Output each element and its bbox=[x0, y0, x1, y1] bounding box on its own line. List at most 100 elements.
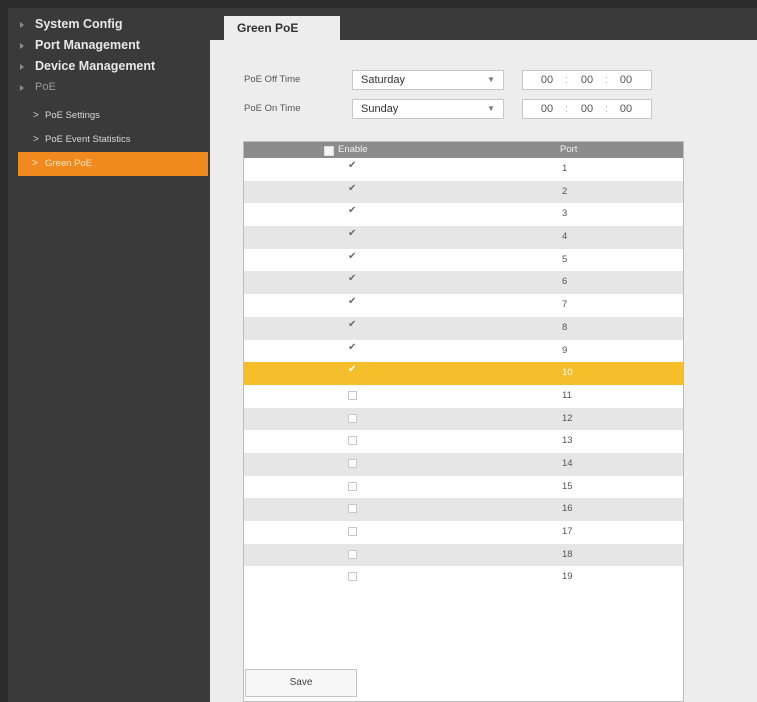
checkmark-icon[interactable] bbox=[348, 296, 357, 309]
table-row[interactable]: 13 bbox=[244, 430, 683, 453]
enable-checkbox[interactable] bbox=[348, 458, 357, 468]
checkmark-icon[interactable] bbox=[348, 183, 357, 196]
hour-field[interactable]: 00 bbox=[533, 71, 561, 89]
enable-checkbox[interactable] bbox=[348, 413, 357, 423]
nav-item-label: Device Management bbox=[35, 59, 156, 73]
port-table: Enable Port 1234567891011121314151617181… bbox=[243, 141, 684, 702]
select-value: Saturday bbox=[361, 74, 406, 86]
table-row[interactable]: 15 bbox=[244, 476, 683, 499]
enable-checkbox[interactable] bbox=[348, 390, 357, 400]
enable-checkbox[interactable] bbox=[348, 481, 357, 491]
nav-item-port-management[interactable]: Port Management bbox=[8, 35, 210, 56]
sub-item-label: PoE Event Statistics bbox=[45, 134, 131, 145]
chevron-down-icon: ▼ bbox=[487, 104, 495, 113]
nav-item-system-config[interactable]: System Config bbox=[8, 14, 210, 35]
poe-off-day-select[interactable]: Saturday ▼ bbox=[352, 70, 504, 90]
nav-item-poe[interactable]: PoE bbox=[8, 77, 210, 98]
tab-green-poe[interactable]: Green PoE bbox=[224, 16, 340, 42]
checkmark-icon[interactable] bbox=[348, 273, 357, 286]
time-separator: : bbox=[565, 74, 569, 86]
port-number: 13 bbox=[562, 435, 573, 447]
table-row[interactable]: 19 bbox=[244, 566, 683, 589]
chevron-right-icon: > bbox=[32, 158, 38, 169]
port-column-header: Port bbox=[560, 144, 578, 155]
checkmark-icon[interactable] bbox=[348, 228, 357, 241]
table-row[interactable]: 6 bbox=[244, 271, 683, 295]
main-content: PoE Off Time Saturday ▼ 00 : 00 : 00 PoE… bbox=[210, 40, 757, 702]
second-field[interactable]: 00 bbox=[612, 71, 640, 89]
poe-off-time-input: 00 : 00 : 00 bbox=[522, 70, 652, 90]
port-number: 18 bbox=[562, 548, 573, 560]
table-row[interactable]: 14 bbox=[244, 452, 683, 476]
port-number: 19 bbox=[562, 571, 573, 583]
table-body: 12345678910111213141516171819 bbox=[244, 158, 683, 589]
checkmark-icon[interactable] bbox=[348, 160, 357, 173]
select-all-checkbox[interactable] bbox=[324, 146, 334, 156]
table-header: Enable Port bbox=[244, 142, 683, 158]
checkmark-icon[interactable] bbox=[348, 251, 357, 264]
table-row[interactable]: 11 bbox=[244, 385, 683, 408]
triangle-right-icon bbox=[20, 43, 24, 49]
table-row[interactable]: 7 bbox=[244, 294, 683, 317]
nav-item-label: PoE bbox=[35, 81, 56, 93]
sub-item-label: Green PoE bbox=[45, 158, 92, 169]
poe-on-time-input: 00 : 00 : 00 bbox=[522, 99, 652, 119]
minute-field[interactable]: 00 bbox=[573, 71, 601, 89]
checkmark-icon[interactable] bbox=[348, 342, 357, 355]
port-number: 12 bbox=[562, 412, 573, 424]
nav-menu: System Config Port Management Device Man… bbox=[8, 8, 210, 98]
checkmark-icon[interactable] bbox=[348, 205, 357, 218]
port-number: 15 bbox=[562, 480, 573, 492]
table-row[interactable]: 4 bbox=[244, 226, 683, 249]
sidebar-item-poe-settings[interactable]: > PoE Settings bbox=[8, 104, 210, 128]
minute-field[interactable]: 00 bbox=[573, 100, 601, 118]
time-separator: : bbox=[605, 74, 609, 86]
port-number: 11 bbox=[562, 389, 572, 401]
enable-checkbox[interactable] bbox=[348, 504, 357, 514]
enable-checkbox[interactable] bbox=[348, 527, 357, 536]
port-number: 17 bbox=[562, 526, 573, 537]
port-number: 6 bbox=[562, 276, 568, 288]
table-row[interactable]: 3 bbox=[244, 203, 683, 226]
table-row[interactable]: 5 bbox=[244, 249, 683, 272]
time-separator: : bbox=[605, 103, 609, 115]
port-number: 2 bbox=[562, 185, 568, 197]
port-number: 4 bbox=[562, 231, 568, 243]
port-number: 9 bbox=[562, 344, 568, 356]
table-row[interactable]: 8 bbox=[244, 316, 683, 340]
chevron-right-icon: > bbox=[33, 110, 39, 121]
time-separator: : bbox=[565, 103, 569, 115]
port-number: 10 bbox=[562, 367, 573, 379]
checkmark-icon[interactable] bbox=[348, 319, 357, 332]
table-row[interactable]: 1 bbox=[244, 158, 683, 181]
poe-on-day-select[interactable]: Sunday ▼ bbox=[352, 99, 504, 119]
port-number: 5 bbox=[562, 253, 568, 265]
nav-item-device-management[interactable]: Device Management bbox=[8, 56, 210, 77]
second-field[interactable]: 00 bbox=[612, 100, 640, 118]
checkmark-icon[interactable] bbox=[348, 364, 357, 377]
enable-column-header: Enable bbox=[338, 144, 368, 155]
sidebar-item-green-poe[interactable]: > Green PoE bbox=[18, 152, 208, 176]
tab-bar: Green PoE bbox=[210, 8, 757, 42]
table-row[interactable]: 18 bbox=[244, 543, 683, 567]
port-number: 1 bbox=[562, 163, 568, 174]
enable-checkbox[interactable] bbox=[348, 436, 357, 446]
nav-item-label: System Config bbox=[35, 17, 123, 31]
hour-field[interactable]: 00 bbox=[533, 100, 561, 118]
enable-checkbox[interactable] bbox=[348, 549, 357, 559]
poe-on-time-label: PoE On Time bbox=[244, 103, 301, 114]
table-row[interactable]: 9 bbox=[244, 340, 683, 363]
save-button[interactable]: Save bbox=[245, 669, 357, 697]
triangle-right-icon bbox=[20, 64, 24, 70]
table-row[interactable]: 10 bbox=[244, 362, 683, 385]
triangle-right-icon bbox=[20, 85, 24, 91]
table-row[interactable]: 16 bbox=[244, 498, 683, 521]
sidebar-item-poe-event-statistics[interactable]: > PoE Event Statistics bbox=[8, 128, 210, 152]
sidebar: System Config Port Management Device Man… bbox=[8, 8, 210, 702]
table-row[interactable]: 17 bbox=[244, 521, 683, 544]
enable-checkbox[interactable] bbox=[348, 572, 357, 582]
select-value: Sunday bbox=[361, 103, 399, 115]
table-row[interactable]: 12 bbox=[244, 407, 683, 431]
port-number: 7 bbox=[562, 299, 568, 311]
table-row[interactable]: 2 bbox=[244, 180, 683, 204]
